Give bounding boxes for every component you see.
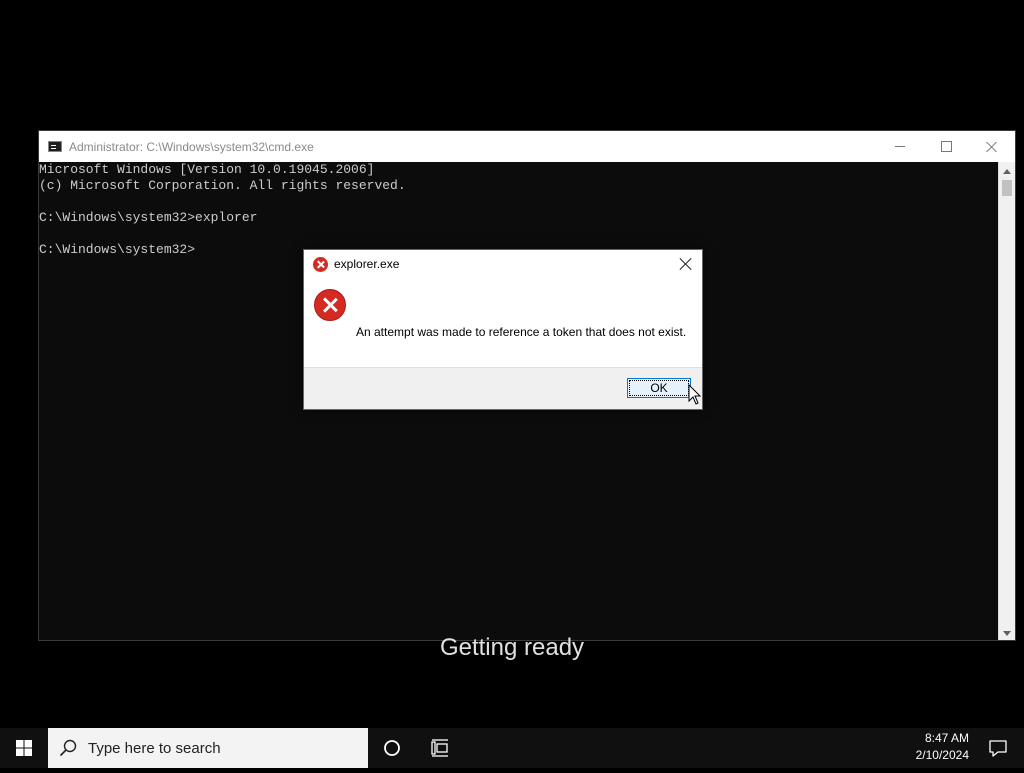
error-small-icon — [313, 256, 328, 272]
console-line: C:\Windows\system32>explorer — [39, 210, 258, 225]
search-placeholder: Type here to search — [88, 739, 221, 757]
cmd-app-icon — [48, 141, 62, 152]
maximize-icon — [940, 141, 952, 152]
cortana-icon — [384, 740, 400, 756]
notification-icon — [989, 740, 1007, 757]
error-icon — [314, 289, 346, 321]
start-button[interactable] — [0, 728, 48, 768]
dialog-footer: OK — [304, 367, 702, 409]
close-icon — [986, 141, 998, 153]
minimize-button[interactable] — [877, 131, 923, 162]
mouse-cursor-icon — [688, 384, 702, 405]
dialog-close-icon[interactable] — [678, 256, 694, 272]
error-dialog: explorer.exe An attempt was made to refe… — [303, 249, 703, 410]
console-line: (c) Microsoft Corporation. All rights re… — [39, 178, 406, 193]
clock-date: 2/10/2024 — [915, 748, 969, 762]
taskbar: Type here to search 8:47 AM 2/10/2024 — [0, 728, 1024, 768]
action-center-button[interactable] — [980, 728, 1016, 768]
dialog-message: An attempt was made to reference a token… — [356, 325, 687, 339]
scroll-up-icon[interactable] — [1003, 169, 1011, 174]
cmd-window-title: Administrator: C:\Windows\system32\cmd.e… — [69, 139, 314, 154]
cmd-titlebar[interactable]: Administrator: C:\Windows\system32\cmd.e… — [39, 131, 1015, 162]
task-view-button[interactable] — [416, 728, 464, 768]
search-icon — [48, 739, 88, 757]
dialog-titlebar[interactable]: explorer.exe — [304, 250, 702, 278]
ok-button[interactable]: OK — [627, 378, 691, 398]
clock-time: 8:47 AM — [924, 731, 969, 745]
taskbar-search-box[interactable]: Type here to search — [48, 728, 368, 768]
maximize-button[interactable] — [923, 131, 969, 162]
minimize-icon — [895, 146, 905, 147]
scrollbar-thumb[interactable] — [1002, 180, 1012, 196]
windows-logo-icon — [16, 740, 32, 756]
console-line: Microsoft Windows [Version 10.0.19045.20… — [39, 162, 375, 177]
cortana-button[interactable] — [368, 728, 416, 768]
dialog-title: explorer.exe — [334, 257, 400, 271]
getting-ready-text: Getting ready — [439, 634, 585, 661]
close-button[interactable] — [969, 131, 1015, 162]
task-view-icon — [431, 739, 448, 757]
taskbar-clock[interactable]: 8:47 AM 2/10/2024 — [899, 730, 969, 766]
vertical-scrollbar[interactable] — [998, 162, 1015, 640]
